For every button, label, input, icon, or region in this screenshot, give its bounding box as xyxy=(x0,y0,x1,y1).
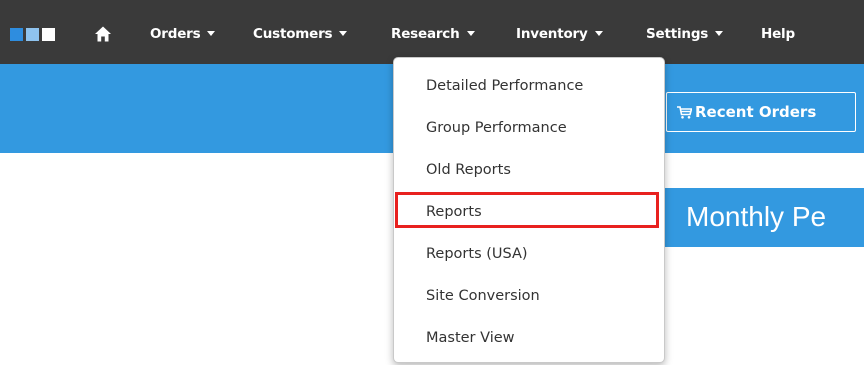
nav-orders[interactable]: Orders xyxy=(150,24,216,44)
page-title: Monthly Pe xyxy=(686,201,827,232)
logo-square-blue xyxy=(10,28,23,41)
nav-orders-label: Orders xyxy=(150,26,201,42)
logo-square-light-blue xyxy=(26,28,39,41)
home-icon[interactable] xyxy=(94,25,112,43)
menu-item-reports-usa[interactable]: Reports (USA) xyxy=(426,244,528,264)
chevron-down-icon xyxy=(715,31,724,36)
nav-customers[interactable]: Customers xyxy=(253,24,348,44)
recent-orders-label: Recent Orders xyxy=(695,103,817,121)
top-navbar: Orders Customers Research Inventory Sett… xyxy=(0,0,864,64)
chevron-down-icon xyxy=(339,31,348,36)
menu-item-group-performance[interactable]: Group Performance xyxy=(426,118,567,138)
cart-icon xyxy=(677,106,693,119)
nav-customers-label: Customers xyxy=(253,26,333,42)
menu-item-detailed-performance[interactable]: Detailed Performance xyxy=(426,76,583,96)
page-title-bar: Monthly Pe xyxy=(662,188,864,247)
menu-item-old-reports[interactable]: Old Reports xyxy=(426,160,511,180)
nav-research[interactable]: Research xyxy=(391,24,475,44)
nav-research-label: Research xyxy=(391,26,460,42)
menu-item-master-view[interactable]: Master View xyxy=(426,328,515,348)
nav-inventory-label: Inventory xyxy=(516,26,588,42)
recent-orders-button[interactable]: Recent Orders xyxy=(666,92,856,132)
chevron-down-icon xyxy=(594,31,603,36)
logo-square-white xyxy=(42,28,55,41)
nav-settings-label: Settings xyxy=(646,26,709,42)
app-logo[interactable] xyxy=(10,28,55,41)
highlight-box xyxy=(395,192,659,228)
menu-item-site-conversion[interactable]: Site Conversion xyxy=(426,286,540,306)
nav-settings[interactable]: Settings xyxy=(646,24,724,44)
nav-inventory[interactable]: Inventory xyxy=(516,24,603,44)
chevron-down-icon xyxy=(207,31,216,36)
nav-help[interactable]: Help xyxy=(761,24,795,44)
nav-help-label: Help xyxy=(761,26,795,42)
chevron-down-icon xyxy=(466,31,475,36)
